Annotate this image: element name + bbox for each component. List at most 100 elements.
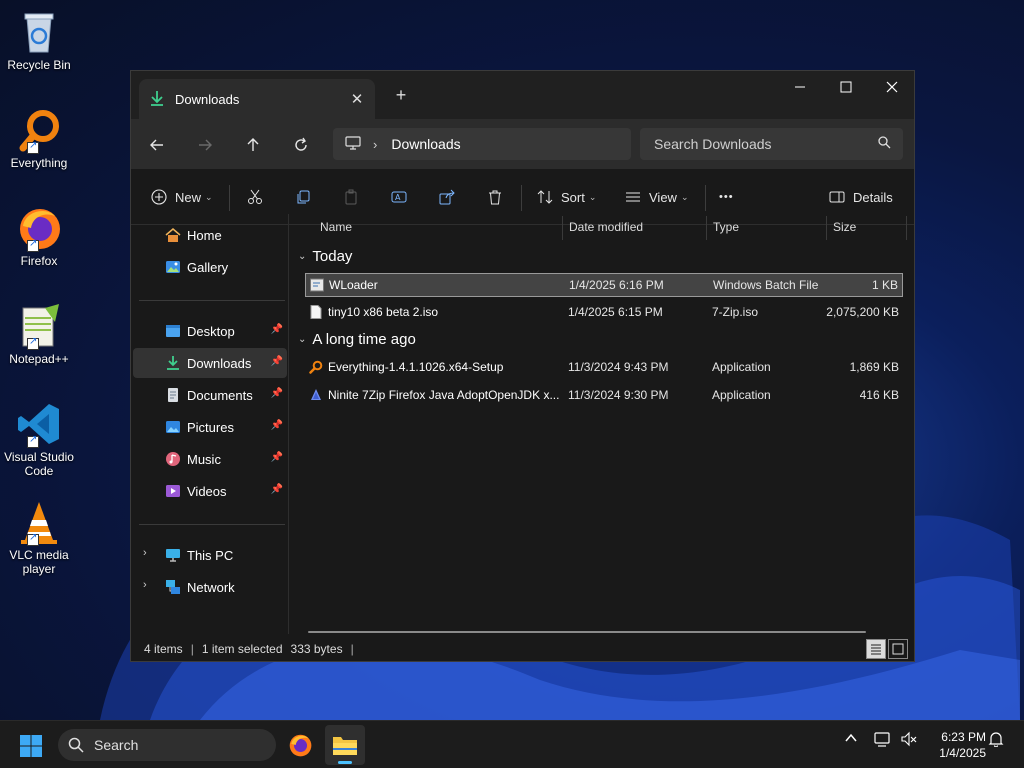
firefox-icon <box>15 204 63 252</box>
desktop-icon-vscode[interactable]: Visual Studio Code <box>2 400 76 478</box>
nav-item-videos[interactable]: Videos 📌 <box>133 476 287 506</box>
column-divider[interactable] <box>706 216 707 240</box>
nav-item-downloads[interactable]: Downloads 📌 <box>133 348 287 378</box>
status-divider: | <box>350 642 354 656</box>
notifications-button[interactable] <box>988 731 1004 750</box>
group-header-today[interactable]: ⌄ Today <box>298 248 352 265</box>
file-name: tiny10 x86 beta 2.iso <box>328 305 439 319</box>
desktop-icon-vlc[interactable]: VLC media player <box>2 498 76 576</box>
nav-item-network[interactable]: › Network <box>133 572 287 602</box>
search-input[interactable]: Search Downloads <box>640 128 903 160</box>
view-button[interactable]: View ⌄ <box>625 181 689 213</box>
taskbar-search[interactable]: Search <box>58 729 276 761</box>
pin-icon[interactable]: 📌 <box>271 356 283 367</box>
network-status-button[interactable] <box>874 731 892 750</box>
taskbar-firefox[interactable] <box>280 725 320 765</box>
nav-item-desktop[interactable]: Desktop 📌 <box>133 316 287 346</box>
desktop-icon-everything[interactable]: Everything <box>2 106 76 170</box>
forward-button[interactable] <box>189 129 221 161</box>
trash-icon <box>489 190 501 205</box>
chevron-right-icon[interactable]: › <box>143 547 147 559</box>
tiles-view-icon <box>892 643 904 655</box>
pin-icon[interactable]: 📌 <box>271 484 283 495</box>
maximize-button[interactable] <box>823 71 869 103</box>
status-selected: 1 item selected <box>201 642 283 656</box>
column-divider[interactable] <box>906 216 907 240</box>
bell-icon <box>988 732 1004 748</box>
chevron-down-icon: ⌄ <box>588 191 597 202</box>
delete-button[interactable] <box>487 181 503 213</box>
nav-item-label: Downloads <box>187 355 252 371</box>
back-button[interactable] <box>141 129 173 161</box>
copy-button[interactable] <box>295 181 311 213</box>
vlc-icon <box>15 498 63 546</box>
paste-button[interactable] <box>343 181 359 213</box>
up-button[interactable] <box>237 129 269 161</box>
column-header-name[interactable]: Name <box>320 214 352 240</box>
nav-item-gallery[interactable]: Gallery <box>133 252 287 282</box>
chevron-right-icon[interactable]: › <box>143 579 147 591</box>
start-button[interactable] <box>14 729 48 763</box>
sort-button[interactable]: Sort ⌄ <box>537 181 596 213</box>
refresh-button[interactable] <box>285 129 317 161</box>
file-date: 1/4/2025 6:16 PM <box>569 278 664 292</box>
column-header-size[interactable]: Size <box>833 214 856 240</box>
tiles-view-button[interactable] <box>888 639 908 659</box>
desktop-icon-firefox[interactable]: Firefox <box>2 204 76 268</box>
show-hidden-icons-button[interactable] <box>844 731 858 748</box>
breadcrumb-item-downloads[interactable]: Downloads <box>391 136 460 152</box>
more-options-button[interactable]: ••• <box>719 181 734 213</box>
pin-icon[interactable]: 📌 <box>271 388 283 399</box>
new-tab-button[interactable]: + <box>389 83 413 107</box>
file-row[interactable]: Ninite 7Zip Firefox Java AdoptOpenJDK x.… <box>305 384 903 408</box>
videos-folder-icon <box>166 485 180 497</box>
nav-item-pictures[interactable]: Pictures 📌 <box>133 412 287 442</box>
share-button[interactable] <box>439 181 455 213</box>
column-header-date[interactable]: Date modified <box>569 214 643 240</box>
file-row[interactable]: tiny10 x86 beta 2.iso 1/4/2025 6:15 PM 7… <box>305 301 903 325</box>
nav-item-this-pc[interactable]: › This PC <box>133 540 287 570</box>
horizontal-scrollbar[interactable] <box>308 631 866 633</box>
column-header-type[interactable]: Type <box>713 214 739 240</box>
nav-item-home[interactable]: Home <box>133 220 287 250</box>
taskbar-clock[interactable]: 6:23 PM 1/4/2025 <box>924 729 986 761</box>
desktop-icon-notepadpp[interactable]: Notepad++ <box>2 302 76 366</box>
documents-folder-icon <box>168 388 178 402</box>
chevron-right-icon: › <box>373 136 378 152</box>
file-date: 1/4/2025 6:15 PM <box>568 305 663 319</box>
details-view-button[interactable] <box>866 639 886 659</box>
tab-downloads[interactable]: Downloads ✕ <box>139 79 375 119</box>
toolbar-divider <box>521 185 522 211</box>
cut-button[interactable] <box>247 181 263 213</box>
nav-item-music[interactable]: Music 📌 <box>133 444 287 474</box>
nav-item-label: Documents <box>187 387 253 403</box>
tab-close-button[interactable]: ✕ <box>345 87 369 111</box>
breadcrumb[interactable]: › Downloads <box>333 128 631 160</box>
home-icon <box>165 228 181 242</box>
minimize-button[interactable] <box>777 71 823 103</box>
group-header-long-time-ago[interactable]: ⌄ A long time ago <box>298 331 416 348</box>
close-window-button[interactable] <box>869 71 915 103</box>
pin-icon[interactable]: 📌 <box>271 420 283 431</box>
desktop-icon-recycle-bin[interactable]: Recycle Bin <box>2 8 76 72</box>
new-button[interactable]: New ⌄ <box>151 181 213 213</box>
nav-item-documents[interactable]: Documents 📌 <box>133 380 287 410</box>
pin-icon[interactable]: 📌 <box>271 452 283 463</box>
rename-button[interactable]: A <box>391 181 407 213</box>
pin-icon[interactable]: 📌 <box>271 324 283 335</box>
nav-item-label: Videos <box>187 483 227 499</box>
taskbar-search-label: Search <box>94 737 139 753</box>
column-divider[interactable] <box>826 216 827 240</box>
minimize-icon <box>795 86 805 88</box>
details-pane-button[interactable]: Details <box>829 181 893 213</box>
file-row[interactable]: WLoader 1/4/2025 6:16 PM Windows Batch F… <box>305 273 903 297</box>
volume-button[interactable] <box>900 731 918 750</box>
svg-text:A: A <box>395 193 401 202</box>
gallery-icon <box>166 261 180 273</box>
group-label: A long time ago <box>312 331 416 348</box>
taskbar-file-explorer[interactable] <box>325 725 365 765</box>
network-monitor-icon <box>874 732 890 747</box>
file-row[interactable]: Everything-1.4.1.1026.x64-Setup 11/3/202… <box>305 356 903 380</box>
column-divider[interactable] <box>562 216 563 240</box>
file-name: Ninite 7Zip Firefox Java AdoptOpenJDK x.… <box>328 388 560 402</box>
